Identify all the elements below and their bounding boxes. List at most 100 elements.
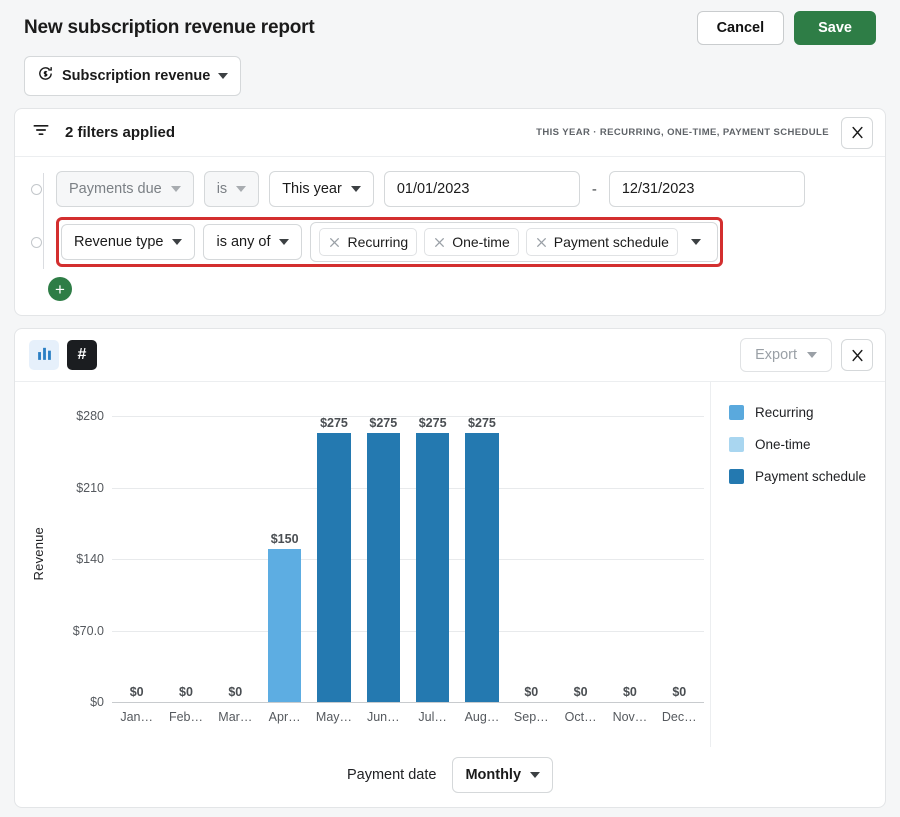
date-range-separator: - (591, 180, 597, 198)
bar-value-label: $0 (573, 685, 588, 699)
y-axis-tick-label: $70.0 (72, 623, 104, 638)
chevron-down-icon (530, 772, 541, 778)
report-selector-label: Subscription revenue (62, 68, 211, 84)
chart-header: # Export (15, 329, 885, 381)
chart-collapse-button[interactable] (841, 339, 873, 371)
bar[interactable] (465, 433, 499, 702)
bar-value-label: $0 (228, 685, 243, 699)
save-button[interactable]: Save (794, 10, 876, 46)
bar-value-label: $0 (672, 685, 687, 699)
filter-row-1-controls: Payments due is This year 01/01/2023 - 1… (56, 171, 805, 207)
granularity-label: Monthly (465, 767, 522, 783)
chart-bars: $0 $0 $0 $150 $275 $275 $275 $275 $0 $0 $0 $0 (112, 416, 704, 702)
x-axis-tick-label: Sep… (513, 710, 549, 724)
close-icon[interactable] (328, 236, 341, 249)
x-axis-tick-label: Jun… (366, 710, 400, 724)
x-axis-tick-label: Dec… (661, 710, 697, 724)
legend-swatch (729, 437, 744, 453)
top-bar-actions: Cancel Save (696, 10, 876, 46)
granularity-selector[interactable]: Monthly (452, 757, 554, 793)
bar-column[interactable]: $275 (408, 416, 457, 702)
filter-field-payments-due[interactable]: Payments due (56, 171, 194, 207)
bar-column[interactable]: $0 (556, 416, 605, 702)
bar-column[interactable]: $275 (359, 416, 408, 702)
x-axis-tick-label: Mar… (218, 710, 253, 724)
legend-swatch (729, 405, 744, 420)
bar[interactable] (267, 548, 302, 702)
number-view-button[interactable]: # (67, 340, 97, 370)
chart-body: Revenue $0 $70.0 $140 $210 $280 $0 $0 $0 $150 $2… (15, 381, 885, 747)
filter-operator-is-any-of[interactable]: is any of (203, 224, 303, 260)
bar-column[interactable]: $275 (457, 416, 506, 702)
chevron-down-icon[interactable] (690, 239, 701, 245)
gridline (112, 702, 704, 703)
bar-column[interactable]: $0 (211, 416, 260, 702)
highlighted-filter-row: Revenue type is any of Recurring One-tim… (56, 217, 723, 267)
bar-chart-icon (36, 345, 53, 365)
top-bar: New subscription revenue report Cancel S… (0, 0, 900, 56)
bar-column[interactable]: $275 (309, 416, 358, 702)
bar-chart-view-button[interactable] (29, 340, 59, 370)
export-button[interactable]: Export (740, 338, 832, 372)
filters-collapse-button[interactable] (841, 116, 873, 149)
chevron-down-icon (170, 186, 181, 192)
report-type-selector[interactable]: Subscription revenue (24, 56, 242, 96)
chip-payment-schedule[interactable]: Payment schedule (525, 228, 678, 256)
y-axis-tick-label: $0 (90, 695, 104, 709)
y-axis-tick-label: $280 (76, 409, 104, 423)
filters-body: Payments due is This year 01/01/2023 - 1… (15, 157, 885, 315)
bar[interactable] (366, 433, 401, 702)
bar-column[interactable]: $0 (655, 416, 704, 702)
bar[interactable] (415, 433, 450, 702)
filter-operator-label: is any of (216, 234, 271, 250)
bar-column[interactable]: $0 (161, 416, 210, 702)
chip-one-time[interactable]: One-time (424, 228, 519, 256)
page-title: New subscription revenue report (24, 17, 315, 38)
y-axis-tick-label: $210 (76, 480, 104, 495)
filter-node-icon (31, 183, 42, 195)
bar-column[interactable]: $0 (507, 416, 556, 702)
bar-column[interactable]: $0 (605, 416, 654, 702)
filter-field-label: Payments due (69, 181, 162, 197)
chart-header-actions: Export (740, 338, 873, 372)
add-filter-button[interactable]: + (48, 277, 72, 301)
bar-value-label: $275 (320, 416, 348, 430)
filter-field-revenue-type[interactable]: Revenue type (61, 224, 196, 260)
x-axis-tick-label: Nov… (612, 710, 648, 724)
bar-column[interactable]: $150 (260, 416, 309, 702)
filter-row: Revenue type is any of Recurring One-tim… (31, 217, 869, 267)
bar-column[interactable]: $0 (112, 416, 161, 702)
legend-item[interactable]: Payment schedule (729, 468, 871, 486)
filters-applied-label: 2 filters applied (65, 124, 176, 141)
chip-recurring[interactable]: Recurring (319, 228, 418, 256)
date-to-value: 12/31/2023 (621, 181, 695, 197)
chevron-down-icon (350, 186, 361, 192)
filter-value-this-year[interactable]: This year (269, 171, 374, 207)
chevron-down-icon (279, 239, 290, 245)
plot-area: Revenue $0 $70.0 $140 $210 $280 $0 $0 $0 $150 $2… (15, 382, 710, 747)
bar-value-label: $0 (179, 685, 193, 699)
filter-row: Payments due is This year 01/01/2023 - 1… (31, 171, 869, 207)
cancel-button[interactable]: Cancel (696, 10, 785, 46)
bar-value-label: $275 (418, 416, 447, 430)
x-axis-ticks: Jan… Feb… Mar… Apr… May… Jun… Jul… Aug… Sep… Oct…… (112, 710, 704, 724)
subscription-revenue-icon (37, 65, 54, 87)
legend-item[interactable]: One-time (729, 436, 871, 454)
close-icon[interactable] (433, 236, 446, 249)
chevron-down-icon (172, 239, 183, 245)
date-from-input[interactable]: 01/01/2023 (383, 171, 580, 207)
close-icon[interactable] (535, 236, 548, 249)
chip-label: Payment schedule (553, 234, 669, 250)
report-selector-row: Subscription revenue (0, 56, 900, 108)
legend-item[interactable]: Recurring (729, 404, 871, 422)
chip-label: One-time (452, 234, 510, 250)
filter-operator-is[interactable]: is (203, 171, 260, 207)
x-axis-tick-label: May… (315, 710, 353, 724)
date-to-input[interactable]: 12/31/2023 (608, 171, 805, 207)
filter-icon (31, 120, 51, 145)
bar-value-label: $0 (129, 685, 144, 699)
bar[interactable] (317, 433, 351, 702)
chart-view-toggles: # (29, 340, 97, 370)
bar-value-label: $275 (468, 416, 496, 430)
filter-field-label: Revenue type (74, 234, 164, 250)
